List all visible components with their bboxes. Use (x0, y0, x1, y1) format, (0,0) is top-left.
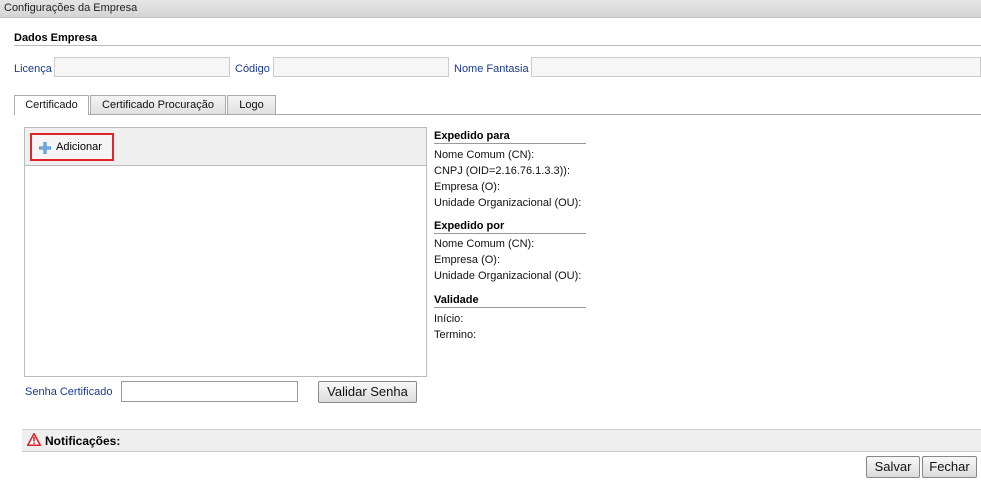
expedido-para-ou: Unidade Organizacional (OU): (434, 197, 582, 209)
expedido-para-heading: Expedido para (434, 130, 586, 144)
validade-inicio: Início: (434, 313, 464, 325)
codigo-label: Código (235, 63, 270, 75)
senha-certificado-label: Senha Certificado (25, 386, 113, 398)
tab-certificado[interactable]: Certificado (14, 95, 89, 115)
nome-fantasia-field[interactable] (531, 57, 981, 77)
plus-icon (39, 142, 51, 154)
licenca-label: Licença (14, 63, 52, 75)
tabs-baseline (14, 114, 981, 115)
expedido-por-heading: Expedido por (434, 220, 586, 234)
codigo-field[interactable] (273, 57, 449, 77)
nome-fantasia-label: Nome Fantasia (454, 63, 529, 75)
window-title: Configurações da Empresa (0, 0, 981, 18)
validade-heading: Validade (434, 294, 586, 308)
expedido-por-empresa: Empresa (O): (434, 254, 501, 266)
section-divider (14, 45, 981, 46)
notifications-label: Notificações: (45, 434, 121, 448)
expedido-para-cn: Nome Comum (CN): (434, 149, 535, 161)
save-button[interactable]: Salvar (866, 456, 920, 478)
expedido-por-cn: Nome Comum (CN): (434, 238, 535, 250)
certificate-list-panel: Adicionar (24, 127, 427, 377)
licenca-field[interactable] (54, 57, 230, 77)
tab-logo[interactable]: Logo (227, 95, 276, 114)
warning-icon (27, 433, 41, 446)
validade-termino: Termino: (434, 329, 477, 341)
expedido-por-ou: Unidade Organizacional (OU): (434, 270, 582, 282)
section-title-dados-empresa: Dados Empresa (14, 32, 98, 44)
senha-certificado-input[interactable] (121, 381, 298, 402)
expedido-para-cnpj: CNPJ (OID=2.16.76.1.3.3)): (434, 165, 571, 177)
expedido-para-empresa: Empresa (O): (434, 181, 501, 193)
notifications-bar: Notificações: (22, 429, 981, 452)
close-button[interactable]: Fechar (922, 456, 977, 478)
add-certificate-label: Adicionar (56, 141, 102, 153)
validar-senha-button[interactable]: Validar Senha (318, 381, 417, 403)
certificate-toolbar: Adicionar (25, 128, 426, 166)
add-certificate-button[interactable]: Adicionar (30, 133, 114, 161)
tab-certificado-procuracao[interactable]: Certificado Procuração (90, 95, 226, 114)
